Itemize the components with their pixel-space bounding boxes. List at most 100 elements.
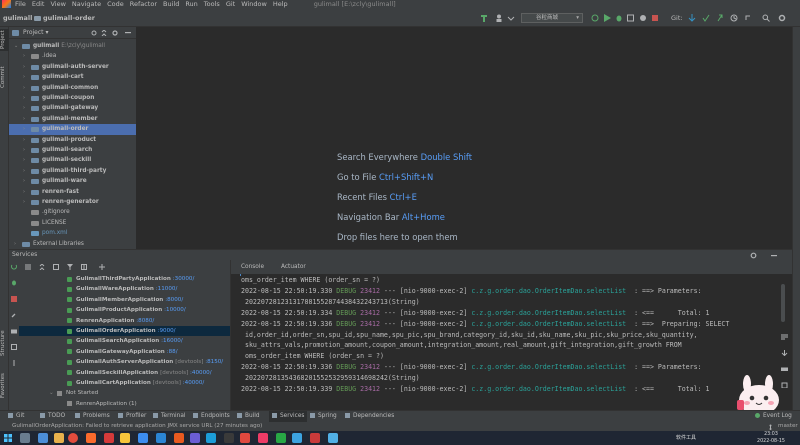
tree-item[interactable]: › gulimall-third-party (9, 166, 136, 176)
collapse-all-icon[interactable] (39, 264, 45, 270)
taskbar-clock[interactable]: 23:03 2022-08-15 (756, 431, 786, 445)
tree-item[interactable]: › gulimall-cart (9, 72, 136, 82)
tree-item[interactable]: › gulimall-common (9, 83, 136, 93)
person-icon[interactable] (495, 14, 503, 22)
chevron-right-icon[interactable]: › (23, 197, 25, 207)
profile-icon[interactable] (639, 14, 647, 22)
hammer-icon[interactable] (480, 14, 488, 22)
breadcrumb-module[interactable]: gulimall-order (34, 9, 95, 27)
run-icon[interactable] (603, 14, 611, 22)
menu-window[interactable]: Window (241, 0, 267, 9)
menu-navigate[interactable]: Navigate (72, 0, 101, 9)
tree-item[interactable]: LICENSE (9, 218, 136, 228)
menu-view[interactable]: View (50, 0, 65, 9)
chevron-right-icon[interactable]: › (23, 124, 25, 134)
project-tool-tab[interactable]: Project (0, 29, 9, 51)
tree-item[interactable]: › gulimall-seckill (9, 155, 136, 165)
service-item[interactable]: GulimallCartApplication [devtools] :4000… (19, 378, 230, 388)
chrome-icon[interactable] (68, 433, 78, 443)
taskbar-app-icon[interactable] (328, 433, 338, 443)
tool-tab-endpoints[interactable]: Endpoints (193, 411, 230, 422)
tree-item[interactable]: › renren-fast (9, 187, 136, 197)
menu-file[interactable]: File (15, 0, 26, 9)
wrench-icon[interactable] (11, 312, 17, 318)
chevron-right-icon[interactable]: › (23, 93, 25, 103)
tool-tab-dependencies[interactable]: Dependencies (345, 411, 394, 422)
service-item[interactable]: GulimallWareApplication :11000/ (19, 284, 230, 294)
chevron-right-icon[interactable]: › (23, 166, 25, 176)
camera-icon[interactable] (11, 328, 17, 334)
tree-root-item[interactable]: › External Libraries (9, 239, 136, 249)
git-update-icon[interactable] (688, 14, 696, 22)
git-commit-icon[interactable] (702, 14, 710, 22)
hide-icon[interactable] (125, 32, 131, 34)
taskbar-app-icon[interactable] (292, 433, 302, 443)
service-item[interactable]: GulimallMemberApplication :8000/ (19, 295, 230, 305)
gear-icon[interactable] (112, 30, 118, 36)
locate-icon[interactable] (91, 30, 97, 36)
project-view-select[interactable]: Project ▾ (23, 27, 48, 39)
service-item[interactable]: GulimallOrderApplication :9000/ (19, 326, 230, 337)
taskbar-app-icon[interactable] (138, 433, 148, 443)
stop-icon[interactable] (651, 14, 659, 22)
chevron-right-icon[interactable]: › (23, 145, 25, 155)
taskbar-app-icon[interactable] (310, 433, 320, 443)
tool-tab-event-log[interactable]: Event Log (755, 411, 792, 422)
hide-icon[interactable] (771, 255, 777, 257)
group-icon[interactable] (53, 264, 59, 270)
tool-tab-terminal[interactable]: Terminal (153, 411, 186, 422)
console-output[interactable]: oms_order_item WHERE (order_sn = ?) 2022-… (241, 274, 777, 410)
menu-git[interactable]: Git (226, 0, 235, 9)
taskbar-app-icon[interactable] (224, 433, 234, 443)
chevron-right-icon[interactable]: › (23, 103, 25, 113)
chevron-right-icon[interactable]: › (23, 83, 25, 93)
chevron-right-icon[interactable]: › (14, 239, 16, 249)
pin-icon[interactable] (11, 360, 17, 366)
chevron-right-icon[interactable]: › (23, 135, 25, 145)
git-branch[interactable]: master (778, 422, 798, 431)
chevron-down-icon[interactable]: ⌄ (49, 388, 54, 398)
tree-item[interactable]: › gulimall-member (9, 114, 136, 124)
history-icon[interactable] (730, 14, 738, 22)
service-item[interactable]: GulimallSearchApplication :16000/ (19, 336, 230, 346)
tool-tab-todo[interactable]: TODO (40, 411, 65, 422)
menu-run[interactable]: Run (185, 0, 197, 9)
coverage-icon[interactable] (627, 14, 635, 22)
menu-code[interactable]: Code (107, 0, 124, 9)
tree-item[interactable]: › .idea (9, 51, 136, 61)
taskbar-app-icon[interactable] (240, 433, 250, 443)
tree-item[interactable]: › gulimall-search (9, 145, 136, 155)
rebuild-icon[interactable] (591, 14, 599, 22)
menu-refactor[interactable]: Refactor (130, 0, 157, 9)
taskbar-app-icon[interactable] (276, 433, 286, 443)
chevron-right-icon[interactable]: › (23, 114, 25, 124)
menu-tools[interactable]: Tools (204, 0, 220, 9)
chevron-right-icon[interactable]: › (23, 62, 25, 72)
taskbar-app-icon[interactable] (206, 433, 216, 443)
git-push-icon[interactable] (716, 14, 724, 22)
chevron-down-icon[interactable]: ⌄ (14, 41, 18, 51)
collapse-all-icon[interactable] (101, 30, 107, 36)
service-item[interactable]: GulimallSeckillApplication [devtools] :4… (19, 368, 230, 378)
service-item[interactable]: GulimallGatewayApplication :88/ (19, 347, 230, 357)
soft-wrap-icon[interactable] (781, 334, 788, 340)
tree-root-item[interactable]: ⌄ gulimall E:\zcly\gulimall (9, 41, 136, 51)
service-group-not-started[interactable]: ⌄ Not Started (19, 388, 230, 398)
windows-start-icon[interactable] (4, 434, 12, 442)
commit-tool-tab[interactable]: Commit (0, 65, 9, 89)
tool-tab-build[interactable]: Build (237, 411, 260, 422)
taskbar-app-icon[interactable] (156, 433, 166, 443)
tree-item[interactable]: › gulimall-auth-server (9, 62, 136, 72)
file-explorer-icon[interactable] (54, 433, 64, 443)
tree-item[interactable]: pom.xml (9, 228, 136, 238)
tree-item[interactable]: › gulimall-product (9, 135, 136, 145)
add-icon[interactable] (99, 264, 105, 270)
tool-tab-problems[interactable]: Problems (75, 411, 110, 422)
chevron-right-icon[interactable]: › (23, 187, 25, 197)
expand-all-icon[interactable] (25, 264, 31, 270)
service-item[interactable]: GulimallAuthServerApplication [devtools]… (19, 357, 230, 367)
service-group-renren[interactable]: RenrenApplication (1) (19, 399, 230, 409)
intellij-icon[interactable] (258, 433, 268, 443)
taskbar-app-icon[interactable] (190, 433, 200, 443)
service-item[interactable]: RenrenApplication :8080/ (19, 316, 230, 326)
